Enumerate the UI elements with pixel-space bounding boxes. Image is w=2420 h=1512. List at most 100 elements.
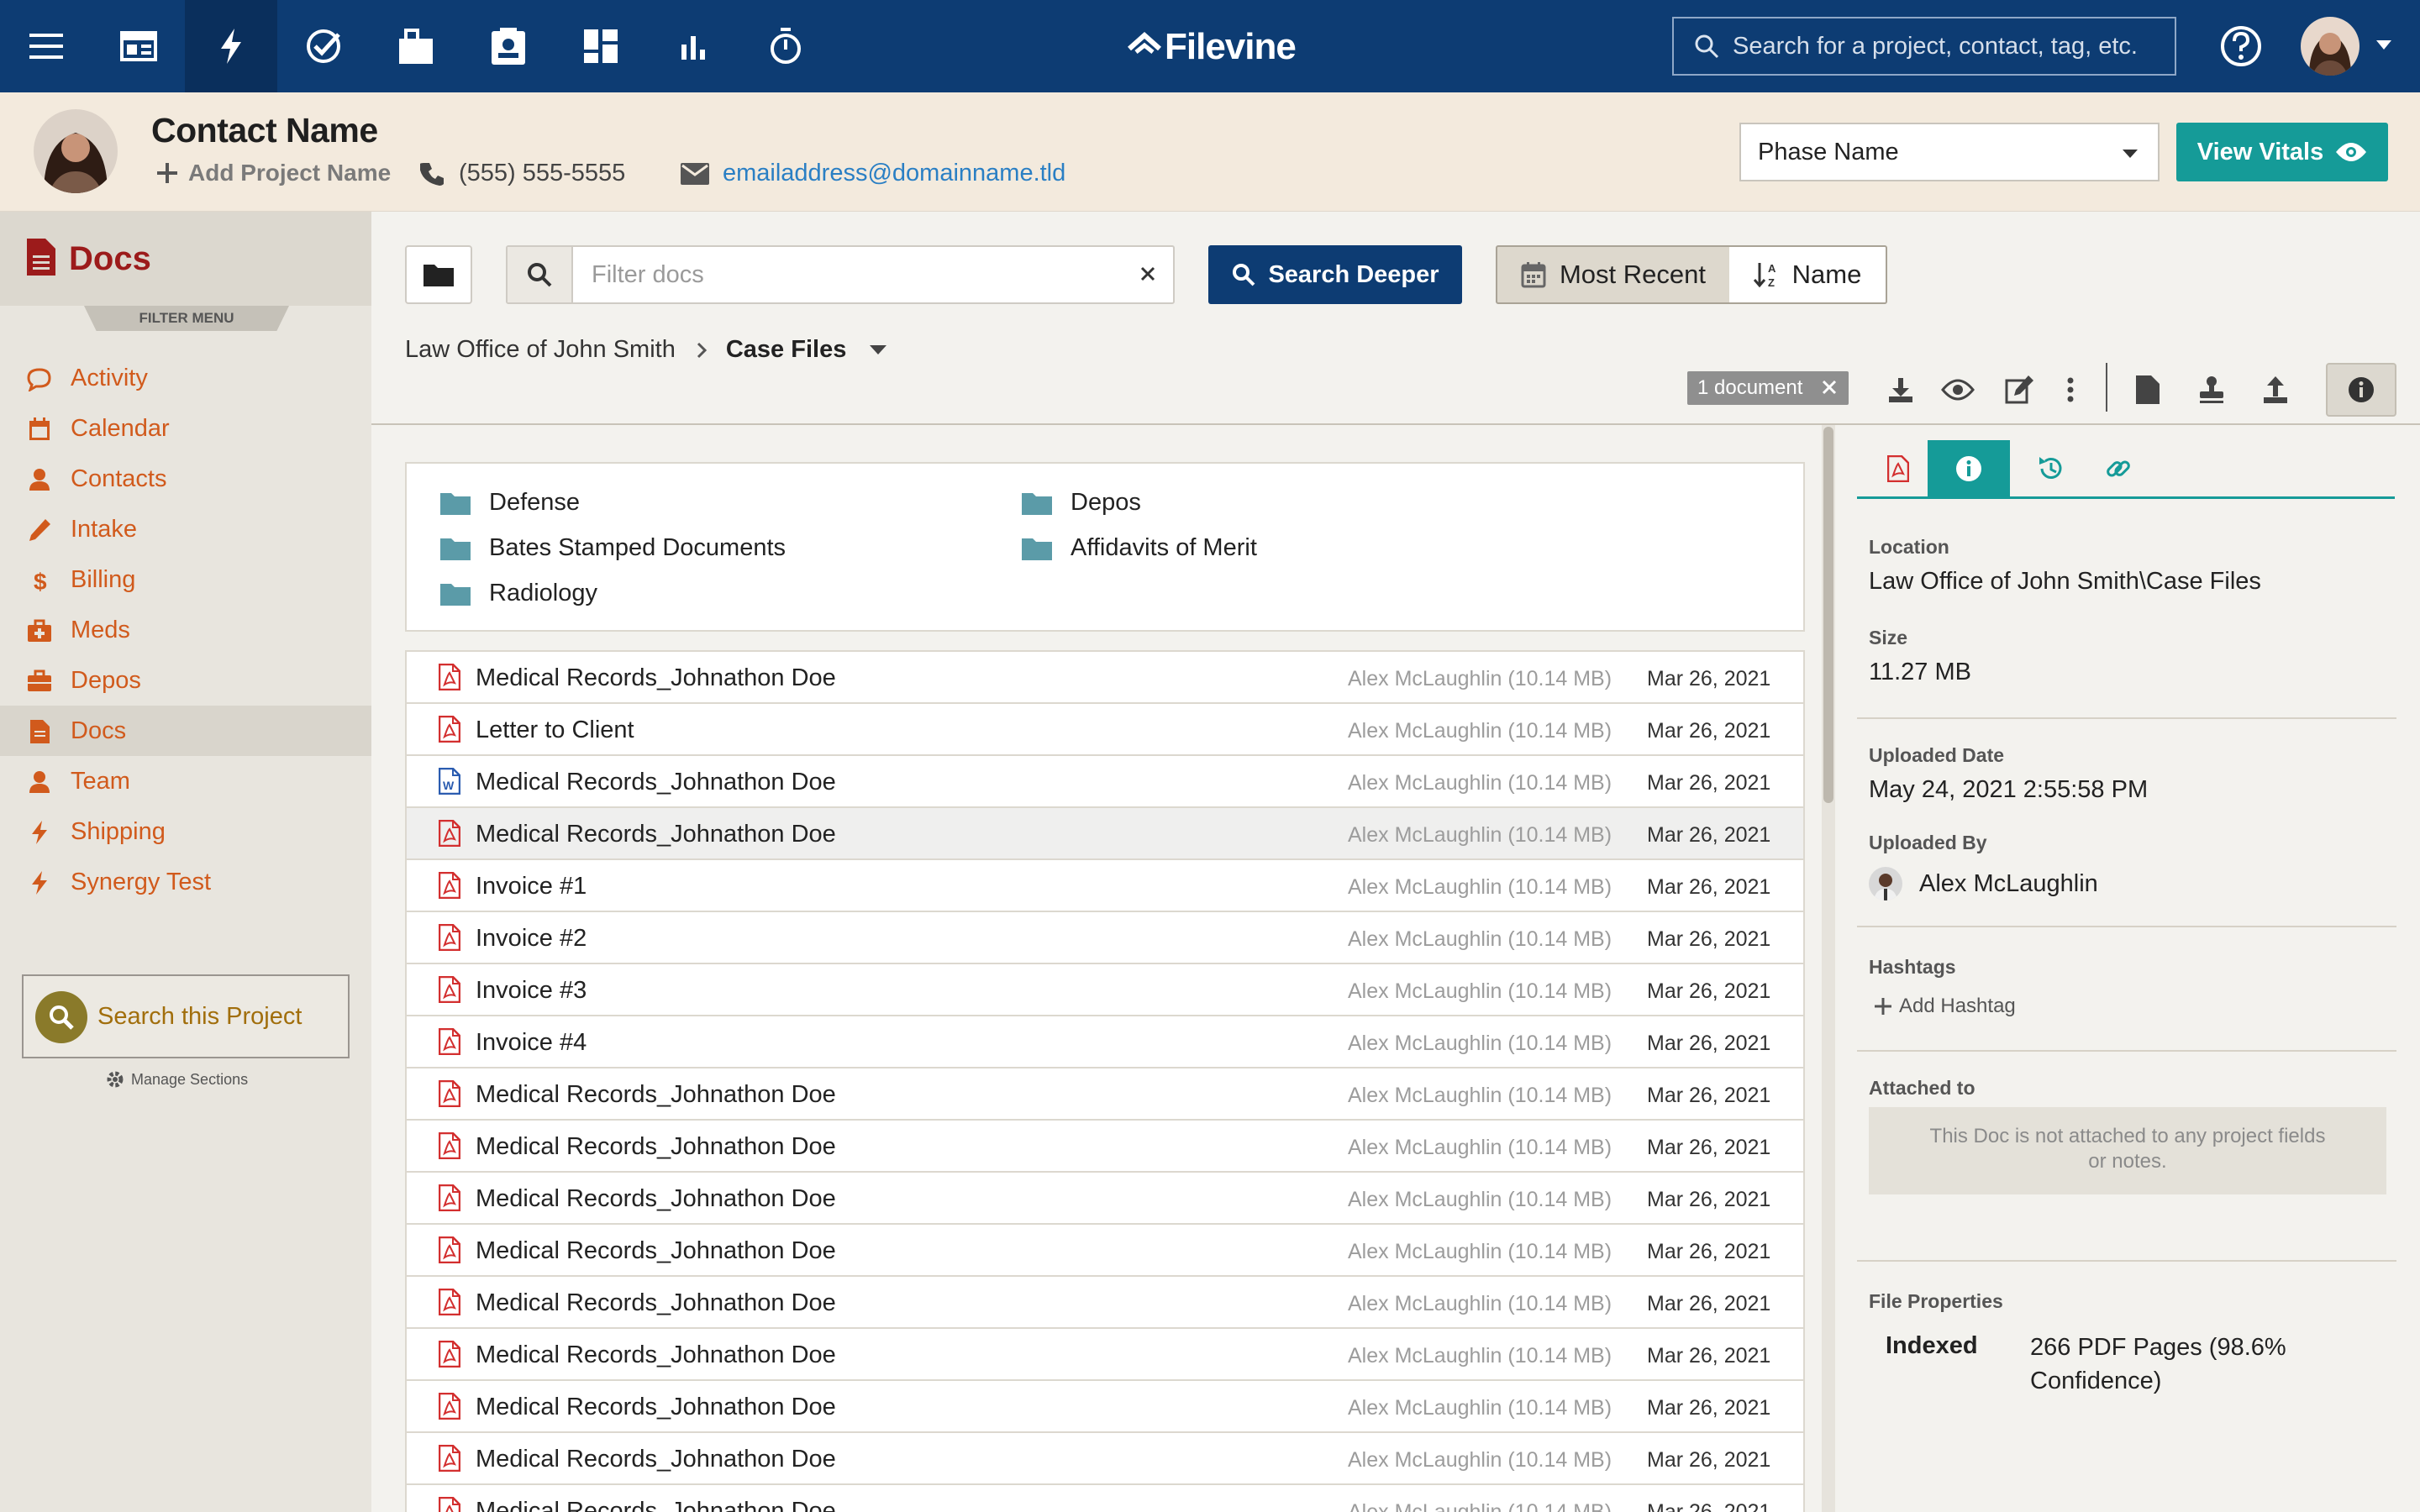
file-date: Mar 26, 2021 xyxy=(1647,771,1771,795)
sidebar-item-billing[interactable]: $ Billing xyxy=(0,554,371,605)
search-deeper-button[interactable]: Search Deeper xyxy=(1208,245,1462,304)
edit-icon[interactable] xyxy=(1996,366,2044,413)
sidebar-item-docs[interactable]: Docs xyxy=(0,706,371,756)
file-row[interactable]: Medical Records_Johnathon Doe Alex McLaug… xyxy=(407,1173,1803,1225)
sidebar-item-team[interactable]: Team xyxy=(0,756,371,806)
new-document-icon[interactable] xyxy=(2124,366,2171,413)
folder-name: Radiology xyxy=(489,580,597,606)
breadcrumb-current[interactable]: Case Files xyxy=(726,336,846,364)
folder-view-button[interactable] xyxy=(405,245,472,304)
folder-item[interactable]: Defense xyxy=(440,489,580,517)
help-icon[interactable] xyxy=(2218,24,2264,69)
chevron-down-icon[interactable] xyxy=(870,344,887,355)
sort-most-recent-button[interactable]: Most Recent xyxy=(1496,245,1731,304)
add-hashtag-button[interactable]: Add Hashtag xyxy=(1874,995,2016,1018)
file-row[interactable]: Medical Records_Johnathon Doe Alex McLaug… xyxy=(407,1329,1803,1381)
file-row[interactable]: W Medical Records_Johnathon Doe Alex McLau… xyxy=(407,756,1803,808)
file-row[interactable]: Medical Records_Johnathon Doe Alex McLaug… xyxy=(407,1433,1803,1485)
file-name: Medical Records_Johnathon Doe xyxy=(476,1185,836,1212)
filevine-logo[interactable]: Filevine xyxy=(1126,22,1297,72)
file-row[interactable]: Medical Records_Johnathon Doe Alex McLaug… xyxy=(407,1381,1803,1433)
file-date: Mar 26, 2021 xyxy=(1647,1396,1771,1420)
projects-briefcase-icon[interactable] xyxy=(370,0,462,92)
global-search[interactable] xyxy=(1672,17,2176,76)
scrollbar-thumb[interactable] xyxy=(1823,427,1833,803)
pdf-file-icon xyxy=(439,1184,460,1211)
file-row[interactable]: Medical Records_Johnathon Doe Alex McLaug… xyxy=(407,808,1803,860)
file-name: Invoice #4 xyxy=(476,1029,587,1056)
pdf-file-icon xyxy=(439,924,460,951)
file-row[interactable]: Medical Records_Johnathon Doe Alex McLaug… xyxy=(407,1277,1803,1329)
file-owner-size: Alex McLaughlin (10.14 MB) xyxy=(1348,1188,1612,1211)
folder-item[interactable]: Depos xyxy=(1022,489,1141,517)
eye-icon xyxy=(2336,143,2367,161)
clear-icon[interactable] xyxy=(1138,264,1158,284)
file-row[interactable]: Invoice #2 Alex McLaughlin (10.14 MB) Mar … xyxy=(407,912,1803,964)
search-icon xyxy=(1233,264,1255,286)
file-date: Mar 26, 2021 xyxy=(1647,1292,1771,1315)
filter-docs-input[interactable] xyxy=(590,260,1094,290)
more-vertical-icon[interactable] xyxy=(2047,366,2094,413)
sidebar-item-depos[interactable]: Depos xyxy=(0,655,371,706)
tasks-check-icon[interactable] xyxy=(277,0,370,92)
selection-badge-label: 1 document xyxy=(1697,376,1803,399)
breadcrumb-root[interactable]: Law Office of John Smith xyxy=(405,336,676,364)
contacts-card-icon[interactable] xyxy=(462,0,555,92)
contact-email[interactable]: emailaddress@domainname.tld xyxy=(681,160,1065,187)
phase-select[interactable]: Phase Name xyxy=(1739,123,2160,181)
file-row[interactable]: Medical Records_Johnathon Doe Alex McLaug… xyxy=(407,652,1803,704)
tab-links[interactable] xyxy=(2077,440,2160,497)
tab-info[interactable] xyxy=(1928,440,2010,497)
pdf-file-icon xyxy=(439,820,460,847)
file-row[interactable]: Medical Records_Johnathon Doe Alex McLaug… xyxy=(407,1121,1803,1173)
view-vitals-button[interactable]: View Vitals xyxy=(2176,123,2388,181)
file-row[interactable]: Invoice #1 Alex McLaughlin (10.14 MB) Mar … xyxy=(407,860,1803,912)
user-avatar[interactable] xyxy=(2301,17,2360,76)
upload-icon[interactable] xyxy=(2252,366,2299,413)
filter-menu-tab[interactable]: FILTER MENU xyxy=(84,306,289,331)
stamp-icon[interactable] xyxy=(2188,366,2235,413)
manage-sections-link[interactable]: Manage Sections xyxy=(106,1070,248,1089)
preview-eye-icon[interactable] xyxy=(1934,366,1981,413)
file-owner-size: Alex McLaughlin (10.14 MB) xyxy=(1348,1500,1612,1512)
add-project-link[interactable]: Add Project Name xyxy=(156,160,391,186)
folder-item[interactable]: Bates Stamped Documents xyxy=(440,534,786,562)
sidebar-item-calendar[interactable]: Calendar xyxy=(0,403,371,454)
search-icon xyxy=(508,247,573,302)
global-search-input[interactable] xyxy=(1731,31,2168,61)
pdf-file-icon xyxy=(439,976,460,1003)
close-icon[interactable] xyxy=(1820,378,1839,396)
menu-icon[interactable] xyxy=(0,0,92,92)
dashboard-icon[interactable] xyxy=(92,0,185,92)
file-owner-size: Alex McLaughlin (10.14 MB) xyxy=(1348,1032,1612,1055)
file-row[interactable]: Invoice #4 Alex McLaughlin (10.14 MB) Mar … xyxy=(407,1016,1803,1068)
file-row[interactable]: Medical Records_Johnathon Doe Alex McLaug… xyxy=(407,1485,1803,1512)
activity-bolt-icon[interactable] xyxy=(185,0,277,92)
sidebar-item-intake[interactable]: Intake xyxy=(0,504,371,554)
sidebar-item-activity[interactable]: Activity xyxy=(0,353,371,403)
folder-item[interactable]: Affidavits of Merit xyxy=(1022,534,1257,562)
file-row[interactable]: Medical Records_Johnathon Doe Alex McLaug… xyxy=(407,1225,1803,1277)
chevron-down-icon[interactable] xyxy=(2376,40,2391,50)
info-toggle-button[interactable] xyxy=(2326,363,2396,417)
sidebar-item-synergy-test[interactable]: Synergy Test xyxy=(0,857,371,907)
file-row[interactable]: Letter to Client Alex McLaughlin (10.14 M… xyxy=(407,704,1803,756)
sidebar-item-shipping[interactable]: Shipping xyxy=(0,806,371,857)
file-row[interactable]: Medical Records_Johnathon Doe Alex McLaug… xyxy=(407,1068,1803,1121)
timer-icon[interactable] xyxy=(739,0,832,92)
download-icon[interactable] xyxy=(1877,366,1924,413)
folder-item[interactable]: Radiology xyxy=(440,580,597,607)
sidebar-item-label: Depos xyxy=(71,666,141,694)
uploaded-by[interactable]: Alex McLaughlin xyxy=(1869,867,2098,900)
sidebar-item-contacts[interactable]: Contacts xyxy=(0,454,371,504)
search-project-button[interactable]: Search this Project xyxy=(22,974,350,1058)
sort-name-button[interactable]: AZ Name xyxy=(1729,245,1887,304)
pdf-file-icon xyxy=(439,1445,460,1472)
contact-phone[interactable]: (555) 555-5555 xyxy=(420,160,625,187)
file-date: Mar 26, 2021 xyxy=(1647,1240,1771,1263)
reports-bar-icon[interactable] xyxy=(647,0,739,92)
sidebar-item-meds[interactable]: Meds xyxy=(0,605,371,655)
file-row[interactable]: Invoice #3 Alex McLaughlin (10.14 MB) Mar … xyxy=(407,964,1803,1016)
contact-avatar[interactable] xyxy=(34,109,118,193)
apps-grid-icon[interactable] xyxy=(555,0,647,92)
